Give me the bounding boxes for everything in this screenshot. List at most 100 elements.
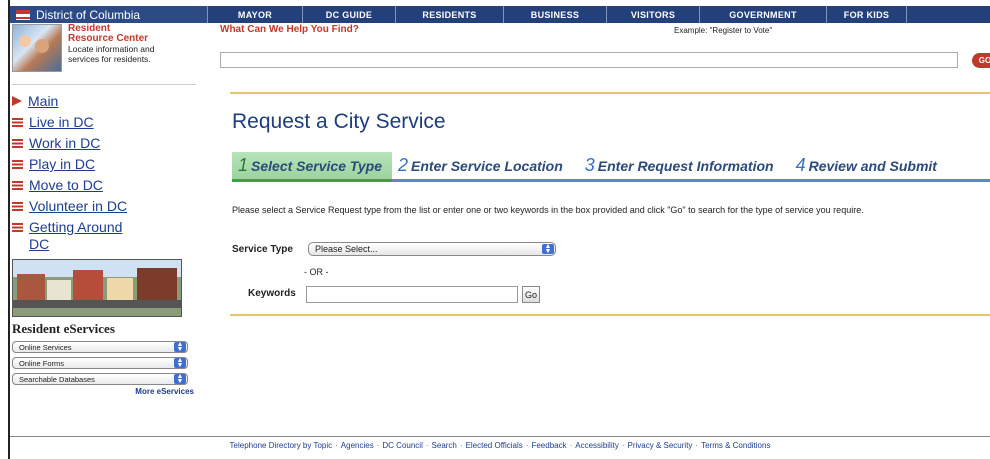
nav-business[interactable]: BUSINESS (504, 6, 607, 23)
keywords-go-button[interactable]: Go (522, 286, 540, 303)
separator: · (621, 441, 625, 450)
sidebar-item-label[interactable]: Main (28, 93, 58, 110)
rrc-title-line-2: Resource Center (68, 33, 149, 44)
nav-for-kids[interactable]: FOR KIDS (827, 6, 907, 23)
sidebar-item-label[interactable]: Getting Around DC (29, 219, 139, 253)
gold-divider (230, 314, 990, 316)
sidebar-item-play[interactable]: Play in DC (12, 156, 196, 173)
dc-flag-icon (12, 223, 23, 232)
nav-visitors[interactable]: VISITORS (607, 6, 700, 23)
nav-residents[interactable]: RESIDENTS (396, 6, 504, 23)
separator: · (335, 441, 338, 450)
nav-dc-guide[interactable]: DC GUIDE (303, 6, 396, 23)
step-number: 1 (238, 155, 249, 175)
select-value: Online Forms (19, 358, 65, 368)
brand[interactable]: District of Columbia (10, 6, 208, 23)
select-arrows-icon: ▲ ▼ (174, 357, 186, 369)
dc-flag-icon (12, 202, 23, 211)
sidebar-divider (12, 84, 196, 85)
keywords-label: Keywords (248, 288, 296, 299)
nav-government[interactable]: GOVERNMENT (700, 6, 827, 23)
sidebar-item-live[interactable]: Live in DC (12, 114, 196, 131)
gold-divider (230, 92, 990, 94)
sidebar-item-getting-around[interactable]: Getting Around DC (12, 219, 196, 253)
select-value: Please Select... (315, 244, 378, 254)
dc-flag-icon (12, 160, 23, 169)
sidebar-item-label[interactable]: Volunteer in DC (29, 198, 127, 215)
step-enter-service-location: 2 Enter Service Location (398, 151, 563, 181)
footer-link-agencies[interactable]: Agencies (341, 441, 374, 450)
step-label: Review and Submit (808, 157, 937, 174)
step-label: Enter Request Information (597, 157, 774, 174)
footer-rule (10, 436, 990, 437)
search-go-button[interactable]: GO (972, 53, 990, 68)
sidebar-item-move[interactable]: Move to DC (12, 177, 196, 194)
sidebar-nav: Main Live in DC Work in DC Play in DC Mo… (12, 93, 196, 253)
sidebar-item-volunteer[interactable]: Volunteer in DC (12, 198, 196, 215)
site-search-input[interactable] (220, 52, 958, 68)
dc-flag-icon (12, 139, 23, 148)
separator: · (459, 441, 463, 450)
sidebar: Resident Resource Center Locate informat… (12, 24, 196, 404)
sidebar-item-label[interactable]: Play in DC (29, 156, 95, 173)
select-value: Online Services (19, 342, 72, 352)
footer-link-search[interactable]: Search (432, 441, 457, 450)
service-type-select[interactable]: Please Select... ▲ ▼ (308, 242, 556, 256)
rrc-desc-line-1: Locate information and (68, 44, 155, 54)
step-enter-request-information: 3 Enter Request Information (585, 151, 774, 181)
page-title: Request a City Service (232, 110, 446, 133)
footer-link-dc-council[interactable]: DC Council (382, 441, 422, 450)
step-select-service-type: 1 Select Service Type (232, 152, 393, 182)
keywords-input[interactable] (306, 286, 518, 303)
step-review-and-submit: 4 Review and Submit (796, 151, 937, 181)
sidebar-item-work[interactable]: Work in DC (12, 135, 196, 152)
search-example: Example: "Register to Vote" (674, 26, 773, 35)
separator: · (525, 441, 529, 450)
online-forms-select[interactable]: Online Forms ▲ ▼ (12, 357, 188, 369)
brand-label: District of Columbia (36, 7, 141, 22)
footer-link-elected-officials[interactable]: Elected Officials (466, 441, 523, 450)
footer-link-terms-conditions[interactable]: Terms & Conditions (701, 441, 770, 450)
step-label: Enter Service Location (411, 157, 563, 174)
more-eservices-link[interactable]: More eServices (12, 387, 196, 396)
sidebar-item-label[interactable]: Work in DC (29, 135, 100, 152)
select-arrows-icon: ▲ ▼ (542, 243, 554, 255)
nav-mayor[interactable]: MAYOR (208, 6, 303, 23)
step-number: 3 (584, 155, 595, 175)
help-label: What Can We Help You Find? (220, 24, 359, 35)
separator: · (569, 441, 573, 450)
step-number: 2 (398, 155, 409, 175)
rowhouses-photo (12, 259, 182, 317)
footer-link-accessibility[interactable]: Accessibility (575, 441, 619, 450)
sidebar-item-label[interactable]: Move to DC (29, 177, 103, 194)
street (13, 300, 181, 308)
footer-link-privacy-security[interactable]: Privacy & Security (628, 441, 693, 450)
sidebar-item-label[interactable]: Live in DC (29, 114, 94, 131)
dc-flag-icon (12, 181, 23, 190)
select-arrows-icon: ▲ ▼ (174, 373, 186, 385)
or-separator: - OR - (304, 267, 329, 277)
separator: · (425, 441, 429, 450)
online-services-select[interactable]: Online Services ▲ ▼ (12, 341, 188, 353)
separator: · (695, 441, 699, 450)
searchable-databases-select[interactable]: Searchable Databases ▲ ▼ (12, 373, 188, 385)
step-label: Select Service Type (251, 157, 383, 174)
top-nav: District of Columbia MAYOR DC GUIDE RESI… (10, 6, 990, 23)
select-arrows-icon: ▲ ▼ (174, 341, 186, 353)
dc-flag-icon (12, 118, 23, 127)
footer-link-feedback[interactable]: Feedback (531, 441, 566, 450)
main-content: What Can We Help You Find? Example: "Reg… (220, 24, 990, 316)
instructions-text: Please select a Service Request type fro… (232, 205, 864, 215)
footer-link-telephone-directory[interactable]: Telephone Directory by Topic (230, 441, 333, 450)
sidebar-item-main[interactable]: Main (12, 93, 196, 110)
residents-photo (12, 24, 62, 72)
arrow-right-icon (12, 96, 22, 106)
footer-links: Telephone Directory by Topic · Agencies · … (10, 441, 990, 450)
resident-resource-center[interactable]: Resident Resource Center Locate informat… (12, 24, 196, 76)
rrc-desc-line-2: services for residents. (68, 54, 151, 64)
step-number: 4 (795, 155, 806, 175)
wizard-steps: 1 Select Service Type 2 Enter Service Lo… (232, 152, 990, 182)
separator: · (376, 441, 380, 450)
dc-flag-icon (16, 9, 30, 20)
select-value: Searchable Databases (19, 374, 95, 384)
